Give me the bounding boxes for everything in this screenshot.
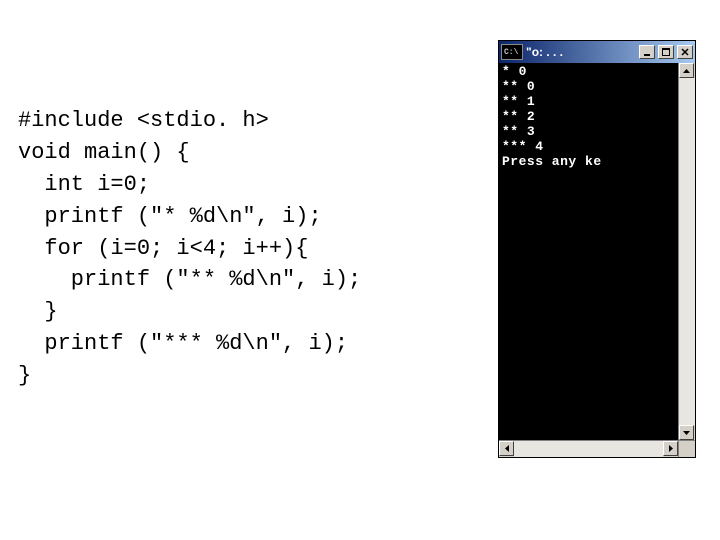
console-body: * 0 ** 0 ** 1 ** 2 ** 3 *** 4 Press any … <box>499 63 695 440</box>
window-title: "o: . . . <box>526 45 636 59</box>
console-icon-text: C:\ <box>504 48 518 57</box>
scroll-track-horizontal[interactable] <box>514 441 663 457</box>
minimize-button[interactable] <box>639 45 655 59</box>
source-code: #include <stdio. h> void main() { int i=… <box>18 105 361 392</box>
console-output: * 0 ** 0 ** 1 ** 2 ** 3 *** 4 Press any … <box>499 63 678 440</box>
scroll-right-button[interactable] <box>663 441 678 456</box>
scroll-corner <box>678 441 695 457</box>
maximize-button[interactable] <box>658 45 674 59</box>
titlebar: C:\ "o: . . . <box>499 41 695 63</box>
close-button[interactable] <box>677 45 693 59</box>
scroll-up-button[interactable] <box>679 63 694 78</box>
vertical-scrollbar[interactable] <box>678 63 695 440</box>
scroll-track-vertical[interactable] <box>679 78 695 425</box>
console-window: C:\ "o: . . . * 0 ** 0 ** 1 ** 2 ** 3 **… <box>498 40 696 458</box>
scroll-left-button[interactable] <box>499 441 514 456</box>
scroll-down-button[interactable] <box>679 425 694 440</box>
horizontal-scrollbar[interactable] <box>499 440 695 457</box>
console-icon: C:\ <box>501 44 523 60</box>
